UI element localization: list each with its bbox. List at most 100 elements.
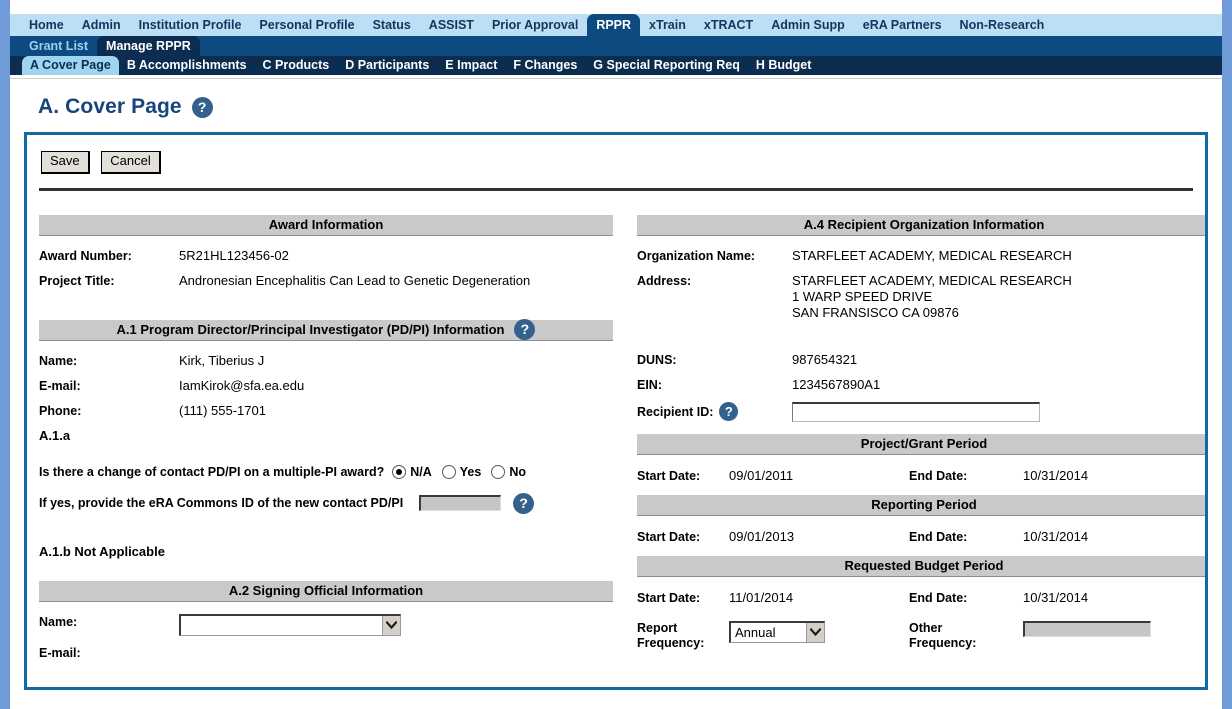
tab-g-special-reporting-req[interactable]: G Special Reporting Req <box>585 56 748 75</box>
row-commons-id: If yes, provide the eRA Commons ID of th… <box>39 492 613 514</box>
tab-h-budget[interactable]: H Budget <box>748 56 820 75</box>
section-header-award-information: Award Information <box>39 214 613 236</box>
subsection-label-a1b: A.1.b Not Applicable <box>39 543 165 559</box>
subsection-label-a1a: A.1.a <box>39 427 71 443</box>
tab-b-accomplishments[interactable]: B Accomplishments <box>119 56 255 75</box>
commons-id-input[interactable] <box>419 495 502 512</box>
page-root: Home Admin Institution Profile Personal … <box>0 0 1232 709</box>
pdpi-email-value: IamKirok@sfa.ea.edu <box>179 377 305 393</box>
help-icon-recipient-id[interactable]: ? <box>719 402 739 422</box>
section-header-reporting-period: Reporting Period <box>637 494 1205 516</box>
radio-no-icon[interactable] <box>491 464 506 479</box>
nav-item-xtrain[interactable]: xTrain <box>640 14 695 36</box>
tab-d-participants[interactable]: D Participants <box>337 56 437 75</box>
pdpi-phone-value: (111) 555-1701 <box>179 402 266 418</box>
nav-item-home[interactable]: Home <box>20 14 73 36</box>
nav-item-manage-rppr[interactable]: Manage RPPR <box>97 36 200 56</box>
radio-option-yes[interactable]: Yes <box>441 464 482 479</box>
section-header-recipient-organization: A.4 Recipient Organization Information <box>637 214 1205 236</box>
action-button-bar: Save Cancel <box>27 135 1205 174</box>
field-pdpi-phone: Phone: (111) 555-1701 <box>39 403 613 419</box>
chevron-down-icon[interactable] <box>382 615 400 635</box>
nav-item-grant-list[interactable]: Grant List <box>20 36 97 56</box>
pdpi-phone-label: Phone: <box>39 403 82 418</box>
help-icon-cover-page[interactable]: ? <box>191 96 213 118</box>
left-column: Award Information Award Number: 5R21HL12… <box>39 214 625 670</box>
reporting-period-start-label: Start Date: <box>637 529 701 544</box>
sub-navigation-bar: Grant List Manage RPPR <box>10 36 1222 56</box>
address-value: STARFLEET ACADEMY, MEDICAL RESEARCH 1 WA… <box>792 272 1072 320</box>
help-icon-commons-id[interactable]: ? <box>513 492 535 514</box>
field-organization-name: Organization Name: STARFLEET ACADEMY, ME… <box>637 247 1205 264</box>
row-report-frequency: Report Frequency: Annual Other Frequency… <box>637 620 1205 651</box>
field-duns: DUNS: 987654321 <box>637 352 1205 368</box>
field-project-title: Project Title: Andronesian Encephalitis … <box>39 273 613 289</box>
nav-item-personal-profile[interactable]: Personal Profile <box>250 14 363 36</box>
tab-a-cover-page[interactable]: A Cover Page <box>22 56 119 75</box>
row-reporting-period-dates: Start Date: 09/01/2013 End Date: 10/31/2… <box>637 528 1205 546</box>
nav-item-status[interactable]: Status <box>364 14 420 36</box>
section-header-signing-official: A.2 Signing Official Information <box>39 580 613 602</box>
nav-item-era-partners[interactable]: eRA Partners <box>854 14 951 36</box>
nav-item-institution-profile[interactable]: Institution Profile <box>130 14 251 36</box>
signing-official-email-label: E-mail: <box>39 645 81 660</box>
award-number-label: Award Number: <box>39 248 132 263</box>
other-frequency-label: Other Frequency: <box>909 620 977 650</box>
project-title-label: Project Title: <box>39 273 115 288</box>
right-column: A.4 Recipient Organization Information O… <box>625 214 1205 670</box>
page-header: A. Cover Page ? <box>10 79 1222 121</box>
pdpi-email-label: E-mail: <box>39 378 81 393</box>
radio-option-na[interactable]: N/A <box>392 464 432 479</box>
top-spacer <box>10 0 1222 14</box>
radio-yes-label: Yes <box>459 464 482 479</box>
reporting-period-end-value: 10/31/2014 <box>1023 529 1089 545</box>
row-project-period-dates: Start Date: 09/01/2011 End Date: 10/31/2… <box>637 467 1205 485</box>
cover-page-content-box: Save Cancel Award Information Award Numb… <box>24 132 1208 690</box>
recipient-id-input[interactable] <box>792 401 1040 422</box>
project-period-end-value: 10/31/2014 <box>1023 468 1089 484</box>
nav-item-assist[interactable]: ASSIST <box>420 14 483 36</box>
field-award-number: Award Number: 5R21HL123456-02 <box>39 248 613 264</box>
tab-f-changes[interactable]: F Changes <box>505 56 585 75</box>
budget-period-end-label: End Date: <box>909 590 968 605</box>
report-frequency-select[interactable]: Annual <box>729 620 825 643</box>
chevron-down-icon[interactable] <box>806 622 824 642</box>
nav-item-xtract[interactable]: xTRACT <box>695 14 762 36</box>
change-contact-question-text: Is there a change of contact PD/PI on a … <box>39 464 385 479</box>
tab-c-products[interactable]: C Products <box>255 56 338 75</box>
signing-official-name-value <box>181 616 382 635</box>
main-navigation-bar: Home Admin Institution Profile Personal … <box>10 14 1222 36</box>
award-number-value: 5R21HL123456-02 <box>179 247 289 263</box>
report-frequency-label: Report Frequency: <box>637 620 705 650</box>
field-address: Address: STARFLEET ACADEMY, MEDICAL RESE… <box>637 272 1205 321</box>
field-recipient-id: Recipient ID: ? <box>637 401 1205 422</box>
tab-e-impact[interactable]: E Impact <box>437 56 505 75</box>
signing-official-name-select[interactable] <box>179 613 401 636</box>
field-pdpi-email: E-mail: IamKirok@sfa.ea.edu <box>39 378 613 394</box>
radio-option-no[interactable]: No <box>491 464 526 479</box>
nav-item-prior-approval[interactable]: Prior Approval <box>483 14 587 36</box>
address-label: Address: <box>637 273 692 288</box>
help-icon-pdpi[interactable]: ? <box>514 319 536 341</box>
radio-na-icon[interactable] <box>392 464 407 479</box>
radio-no-label: No <box>509 464 526 479</box>
organization-name-label: Organization Name: <box>637 248 756 263</box>
pdpi-heading-text: A.1 Program Director/Principal Investiga… <box>116 321 505 337</box>
nav-item-admin-supp[interactable]: Admin Supp <box>762 14 854 36</box>
other-frequency-input[interactable] <box>1023 620 1151 637</box>
save-button[interactable]: Save <box>41 151 90 174</box>
cancel-button[interactable]: Cancel <box>101 151 161 174</box>
report-frequency-control: Annual <box>729 620 909 643</box>
nav-item-rppr[interactable]: RPPR <box>587 14 641 36</box>
radio-yes-icon[interactable] <box>441 464 456 479</box>
nav-item-non-research[interactable]: Non-Research <box>951 14 1054 36</box>
organization-name-value: STARFLEET ACADEMY, MEDICAL RESEARCH <box>792 247 1072 263</box>
field-signing-official-email: E-mail: <box>39 645 613 661</box>
section-tab-bar: A Cover Page B Accomplishments C Product… <box>10 56 1222 75</box>
reporting-period-end-label: End Date: <box>909 529 968 544</box>
row-budget-period-dates: Start Date: 11/01/2014 End Date: 10/31/2… <box>637 589 1205 607</box>
project-period-start-value: 09/01/2011 <box>729 468 794 484</box>
nav-item-admin[interactable]: Admin <box>73 14 130 36</box>
